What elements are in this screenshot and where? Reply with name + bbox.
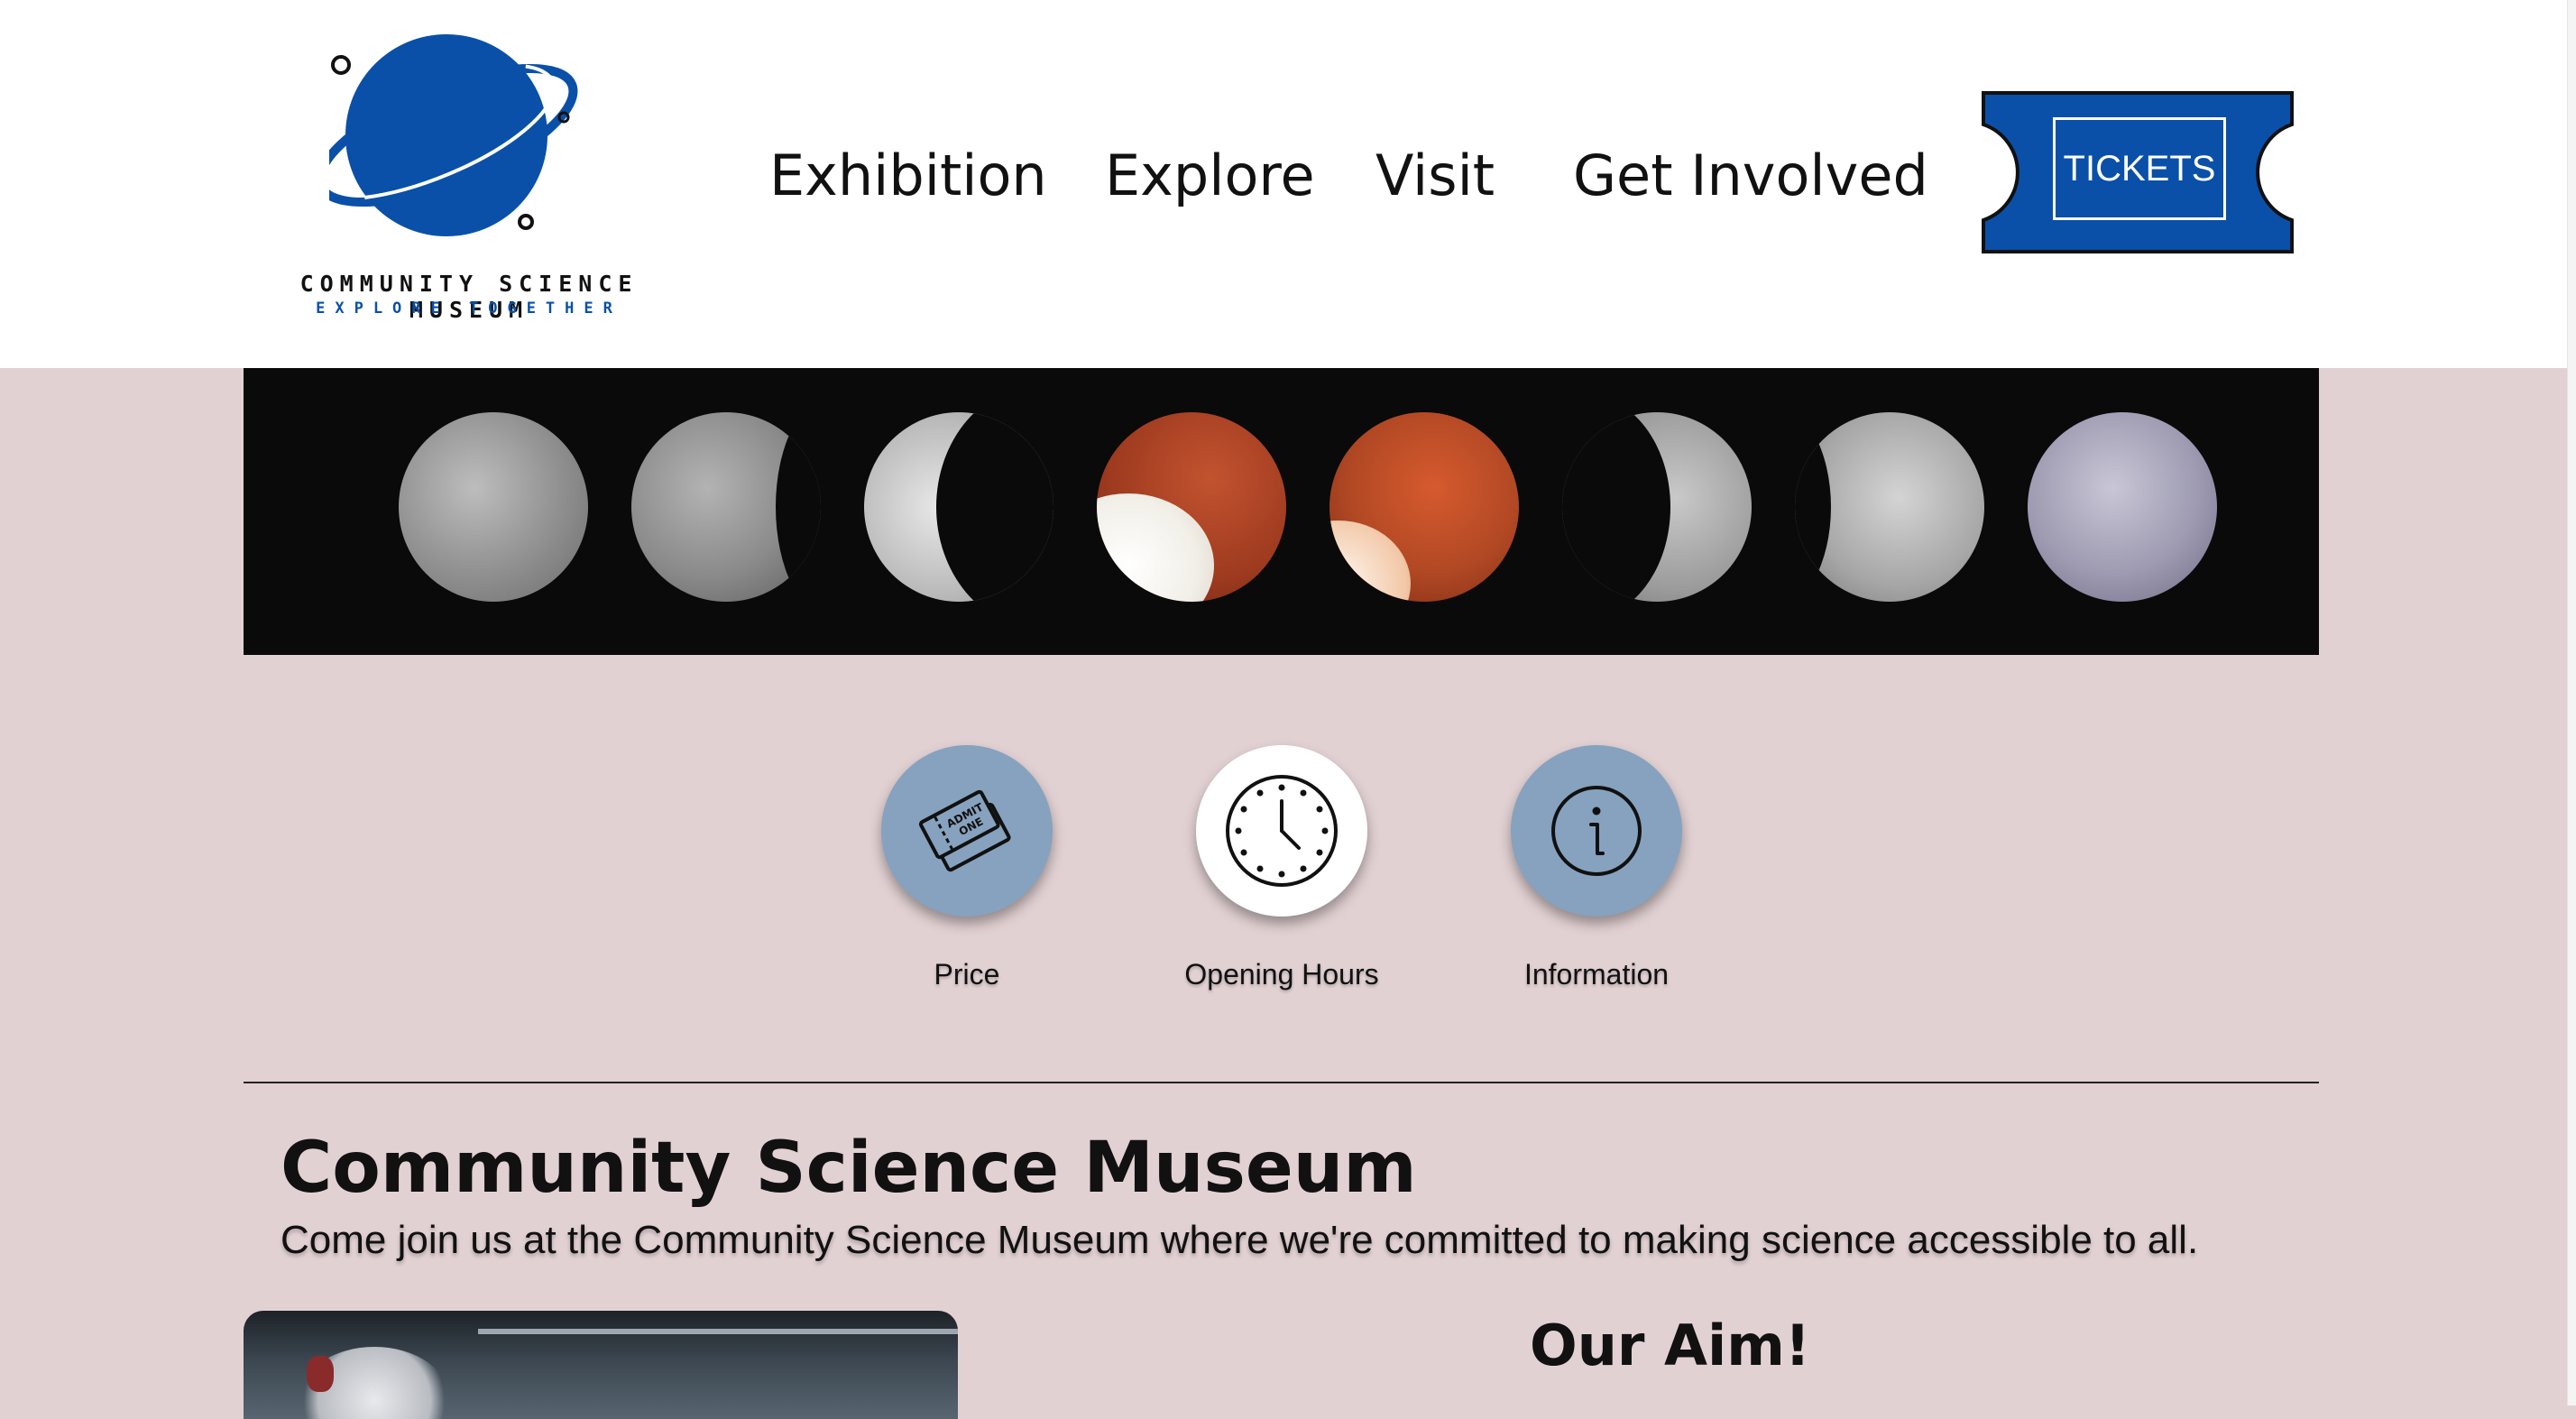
moon-full-icon <box>399 412 588 602</box>
ticket-icon: ADMIT ONE <box>918 789 1011 872</box>
tickets-label: TICKETS <box>2053 117 2226 220</box>
aim-title: Our Aim! <box>1530 1313 1811 1378</box>
nav-get-involved[interactable]: Get Involved <box>1573 143 1928 208</box>
nav-explore[interactable]: Explore <box>1105 143 1315 208</box>
price-circle[interactable]: ADMIT ONE <box>881 745 1053 917</box>
tickets-button[interactable]: TICKETS <box>1981 90 2295 254</box>
planet-logo-icon <box>329 34 578 236</box>
moon-crescent-icon <box>864 412 1053 602</box>
scrollbar[interactable] <box>2567 0 2576 1405</box>
moon-waning-icon <box>1562 412 1752 602</box>
section-divider <box>244 1082 2319 1083</box>
museum-photo <box>244 1311 958 1419</box>
moon-eclipse-icon <box>1097 412 1286 602</box>
moon-full-violet-icon <box>2028 412 2217 602</box>
about-text: Come join us at the Community Science Mu… <box>281 1218 2199 1262</box>
information-circle[interactable] <box>1511 745 1682 917</box>
clock-icon <box>1226 775 1338 887</box>
logo-tagline: EXPLORE TOGETHER <box>316 299 622 318</box>
opening-hours-link[interactable]: Opening Hours <box>1184 745 1379 991</box>
about-title: Community Science Museum <box>281 1128 1417 1209</box>
site-logo[interactable]: COMMUNITY SCIENCE MUSEUM EXPLORE TOGETHE… <box>244 27 695 325</box>
hero-banner <box>244 368 2319 655</box>
nav-exhibition[interactable]: Exhibition <box>769 143 1047 208</box>
moon-blood-icon <box>1329 412 1519 602</box>
site-header: COMMUNITY SCIENCE MUSEUM EXPLORE TOGETHE… <box>0 0 2567 368</box>
nav-visit[interactable]: Visit <box>1375 143 1495 208</box>
moon-partial-icon <box>631 412 821 602</box>
information-link[interactable]: Information <box>1511 745 1682 991</box>
price-link[interactable]: ADMIT ONE Price <box>881 745 1053 991</box>
information-label[interactable]: Information <box>1421 958 1772 991</box>
opening-hours-circle[interactable] <box>1196 745 1367 917</box>
info-icon <box>1551 786 1642 876</box>
photo-accent <box>307 1356 334 1392</box>
opening-hours-label[interactable]: Opening Hours <box>1106 958 1458 991</box>
moon-gibbous-icon <box>1795 412 1984 602</box>
price-label[interactable]: Price <box>791 958 1143 991</box>
photo-beam <box>478 1329 958 1334</box>
